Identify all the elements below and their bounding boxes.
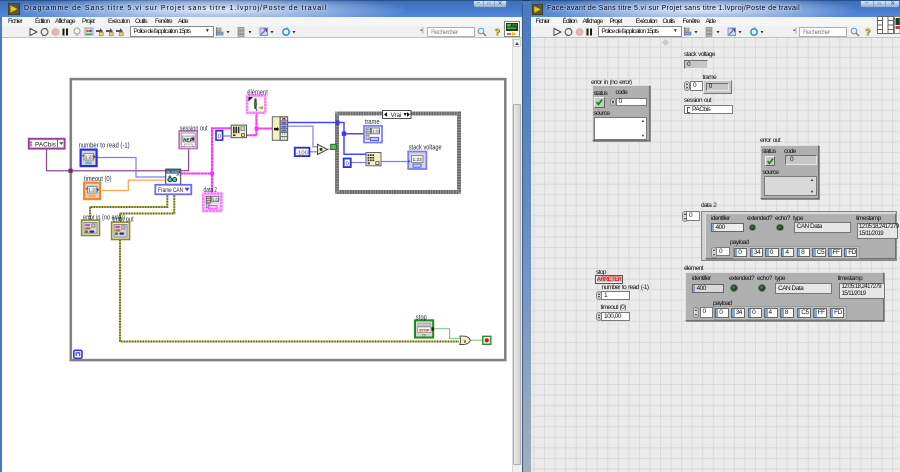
- svg-text:TF: TF: [282, 136, 286, 140]
- svg-text:élément: élément: [247, 89, 268, 96]
- svg-text:data 2: data 2: [204, 187, 218, 194]
- svg-text:TF: TF: [422, 332, 428, 337]
- svg-text:trame: trame: [365, 119, 380, 126]
- svg-text:∨: ∨: [463, 339, 467, 345]
- svg-text:Frame CAN: Frame CAN: [158, 187, 183, 194]
- svg-text:0: 0: [218, 133, 221, 139]
- svg-text:1.23: 1.23: [88, 187, 98, 193]
- svg-text:PACbis: PACbis: [35, 141, 57, 148]
- svg-text:session out: session out: [180, 125, 208, 132]
- svg-text:STOP: STOP: [419, 328, 430, 332]
- svg-text:error out: error out: [113, 216, 134, 223]
- svg-text:REF: REF: [183, 137, 192, 142]
- svg-text:0: 0: [346, 161, 349, 167]
- svg-text:stack voltage: stack voltage: [409, 144, 442, 151]
- svg-text:1.23: 1.23: [212, 197, 219, 201]
- svg-text:number to read (-1): number to read (-1): [79, 142, 130, 149]
- svg-text:1.23: 1.23: [372, 128, 381, 133]
- svg-text:1.23: 1.23: [85, 154, 95, 160]
- svg-text:stop: stop: [416, 314, 427, 321]
- svg-text:1.23: 1.23: [413, 157, 423, 163]
- svg-text:Vrai: Vrai: [391, 112, 402, 119]
- svg-text:-100: -100: [296, 150, 308, 156]
- svg-text:NI-XNET: NI-XNET: [167, 170, 180, 174]
- svg-text:timeout (0): timeout (0): [84, 176, 112, 183]
